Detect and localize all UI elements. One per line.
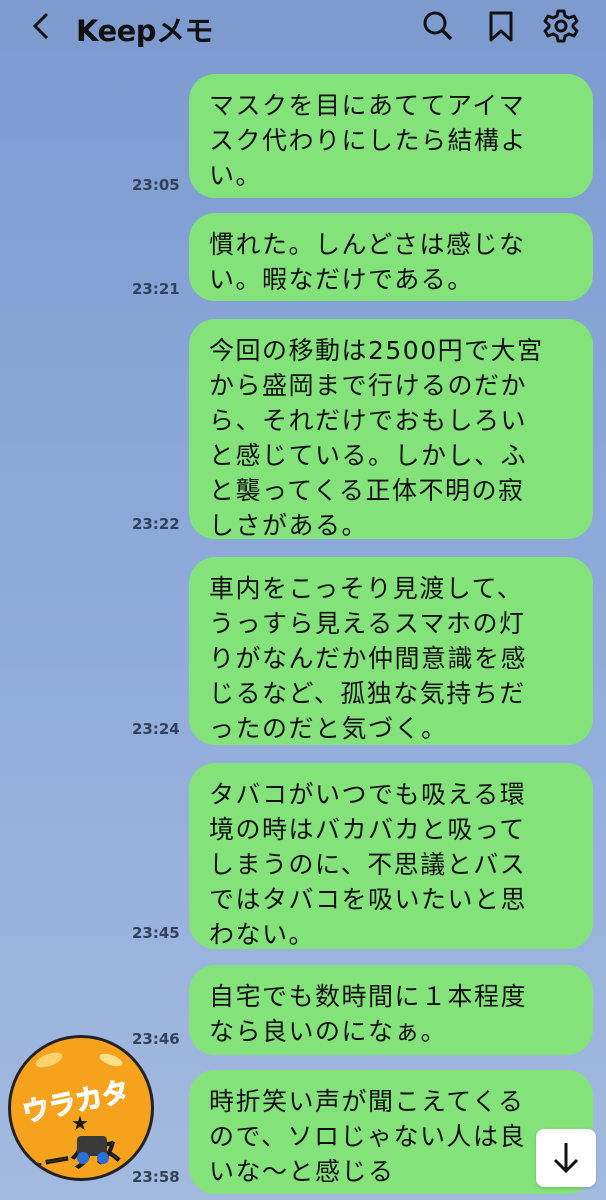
page-title: Keepメモ [76, 14, 214, 48]
message-time: 23:21 [132, 280, 180, 298]
message-bubble[interactable]: 自宅でも数時間に１本程度 なら良いのになぁ。 [189, 965, 593, 1055]
message-bubble[interactable]: 今回の移動は2500円で大宮 から盛岡まで行けるのだか ら、それだけでおもしろい… [189, 319, 593, 539]
search-icon[interactable] [420, 8, 456, 44]
svg-text:★: ★ [71, 1111, 89, 1135]
message-time: 23:45 [132, 924, 180, 942]
message-time: 23:24 [132, 720, 180, 738]
scroll-to-bottom-button[interactable] [536, 1129, 596, 1187]
chevron-left-icon[interactable] [26, 10, 58, 42]
message-bubble[interactable]: マスクを目にあててアイマ スク代わりにしたら結構よ い。 [189, 74, 593, 198]
gear-icon[interactable] [543, 8, 579, 44]
message-time: 23:05 [132, 176, 180, 194]
uragata-logo: ウラカタ ★ トークス [8, 1035, 154, 1181]
message-bubble[interactable]: タバコがいつでも吸える環 境の時はバカバカと吸って しまうのに、不思議とバス で… [189, 763, 593, 949]
message-bubble[interactable]: 慣れた。しんどさは感じな い。暇なだけである。 [189, 213, 593, 301]
message-time: 23:46 [132, 1030, 180, 1048]
message-time: 23:58 [132, 1168, 180, 1186]
message-bubble[interactable]: 車内をこっそり見渡して、 うっすら見えるスマホの灯 りがなんだか仲間意識を感 じ… [189, 557, 593, 745]
app-header: Keepメモ [0, 0, 606, 54]
message-bubble[interactable]: 時折笑い声が聞こえてくる ので、ソロじゃない人は良 いな〜と感じる [189, 1070, 593, 1194]
arrow-down-icon [553, 1143, 579, 1174]
message-time: 23:22 [132, 515, 180, 533]
logo-graphic: ウラカタ ★ トークス [16, 1052, 133, 1178]
bookmark-icon[interactable] [483, 8, 519, 44]
